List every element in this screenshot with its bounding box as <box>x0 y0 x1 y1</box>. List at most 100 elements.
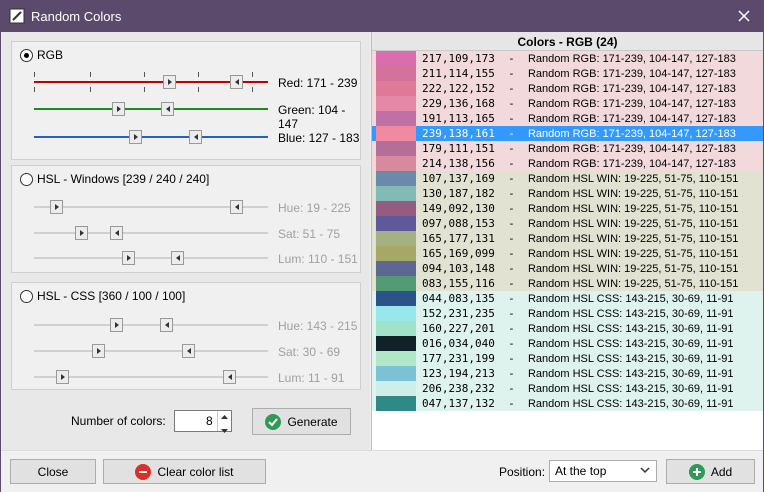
separator: - <box>494 277 528 290</box>
list-item[interactable]: 152,231,235 - Random HSL CSS: 143-215, 3… <box>372 306 763 321</box>
rgb-value: 222,122,152 <box>422 82 495 95</box>
sat-min-thumb[interactable] <box>75 226 88 240</box>
color-swatch <box>376 111 416 126</box>
separator: - <box>494 367 528 380</box>
list-item[interactable]: 217,109,173 - Random RGB: 171-239, 104-1… <box>372 51 763 66</box>
separator: - <box>494 217 528 230</box>
lum-slider[interactable] <box>34 367 268 387</box>
spinner-down-icon[interactable] <box>218 426 231 436</box>
list-item[interactable]: 107,137,169 - Random HSL WIN: 19-225, 51… <box>372 171 763 186</box>
hue-slider[interactable] <box>34 197 268 217</box>
list-item[interactable]: 083,155,116 - Random HSL WIN: 19-225, 51… <box>372 276 763 291</box>
radio-button[interactable] <box>20 48 33 62</box>
list-item[interactable]: 239,138,161 - Random RGB: 171-239, 104-1… <box>372 126 763 141</box>
lum-min-thumb[interactable] <box>122 251 135 265</box>
number-of-colors-spinner[interactable]: 8 <box>173 410 232 433</box>
radio-button[interactable] <box>20 289 33 303</box>
red-min-thumb[interactable] <box>163 75 176 89</box>
blue-min-thumb[interactable] <box>129 130 142 144</box>
hsl-css-radio[interactable]: HSL - CSS [360 / 100 / 100] <box>20 289 185 303</box>
color-description: Random RGB: 171-239, 104-147, 127-183 <box>527 68 736 80</box>
list-item[interactable]: 165,169,099 - Random HSL WIN: 19-225, 51… <box>372 246 763 261</box>
red-slider[interactable] <box>34 72 268 92</box>
radio-button[interactable] <box>20 172 33 186</box>
list-item[interactable]: 149,092,130 - Random HSL WIN: 19-225, 51… <box>372 201 763 216</box>
green-slider[interactable] <box>34 99 268 119</box>
green-min-thumb[interactable] <box>112 102 125 116</box>
rgb-radio[interactable]: RGB <box>20 48 63 62</box>
hue-min-thumb[interactable] <box>110 318 123 332</box>
lum-slider[interactable] <box>34 248 268 268</box>
list-item[interactable]: 229,136,168 - Random RGB: 171-239, 104-1… <box>372 96 763 111</box>
rgb-value: 165,177,131 <box>422 232 495 245</box>
list-item[interactable]: 047,137,132 - Random HSL CSS: 143-215, 3… <box>372 396 763 411</box>
rgb-value: 165,169,099 <box>422 247 495 260</box>
number-of-colors-label: Number of colors: <box>71 414 166 428</box>
list-item-text: 206,238,232 - Random HSL CSS: 143-215, 3… <box>422 382 733 395</box>
list-item[interactable]: 222,122,152 - Random RGB: 171-239, 104-1… <box>372 81 763 96</box>
separator: - <box>494 337 528 350</box>
list-item[interactable]: 206,238,232 - Random HSL CSS: 143-215, 3… <box>372 381 763 396</box>
color-description: Random HSL CSS: 143-215, 30-69, 11-91 <box>527 368 734 380</box>
rgb-value: 217,109,173 <box>422 52 495 65</box>
add-button[interactable]: Add <box>666 459 755 484</box>
color-swatch <box>376 366 416 381</box>
lum-max-thumb[interactable] <box>223 370 236 384</box>
green-max-thumb[interactable] <box>161 102 174 116</box>
hsl-windows-label: HSL - Windows [239 / 240 / 240] <box>37 172 210 186</box>
lum-min-thumb[interactable] <box>56 370 69 384</box>
list-item[interactable]: 044,083,135 - Random HSL CSS: 143-215, 3… <box>372 291 763 306</box>
red-max-thumb[interactable] <box>230 75 243 89</box>
sat-slider[interactable] <box>34 223 268 243</box>
hue-max-thumb[interactable] <box>160 318 173 332</box>
blue-slider[interactable] <box>34 127 268 147</box>
list-item[interactable]: 130,187,182 - Random HSL WIN: 19-225, 51… <box>372 186 763 201</box>
color-list[interactable]: Colors - RGB (24) 217,109,173 - Random R… <box>371 32 763 450</box>
list-item[interactable]: 123,194,213 - Random HSL CSS: 143-215, 3… <box>372 366 763 381</box>
list-item[interactable]: 097,088,153 - Random HSL WIN: 19-225, 51… <box>372 216 763 231</box>
plus-circle-icon <box>688 463 705 480</box>
hue-min-thumb[interactable] <box>50 200 63 214</box>
list-item[interactable]: 211,114,155 - Random RGB: 171-239, 104-1… <box>372 66 763 81</box>
sat-slider[interactable] <box>34 341 268 361</box>
clear-color-list-button[interactable]: Clear color list <box>103 459 266 484</box>
rgb-value: 214,138,156 <box>422 157 495 170</box>
sat-min-thumb[interactable] <box>92 344 105 358</box>
rgb-value: 044,083,135 <box>422 292 495 305</box>
color-description: Random HSL WIN: 19-225, 51-75, 110-151 <box>527 278 739 290</box>
color-swatch <box>376 306 416 321</box>
close-window-button[interactable] <box>731 5 757 27</box>
spinner-up-icon[interactable] <box>218 412 231 422</box>
hue-max-thumb[interactable] <box>230 200 243 214</box>
lum-range-label: Lum: 110 - 151 <box>278 252 358 266</box>
separator: - <box>494 82 528 95</box>
list-item[interactable]: 094,103,148 - Random HSL WIN: 19-225, 51… <box>372 261 763 276</box>
separator: - <box>494 187 528 200</box>
color-description: Random HSL WIN: 19-225, 51-75, 110-151 <box>527 263 739 275</box>
list-rows: 217,109,173 - Random RGB: 171-239, 104-1… <box>372 51 763 411</box>
generate-label: Generate <box>287 414 338 429</box>
list-item[interactable]: 191,113,165 - Random RGB: 171-239, 104-1… <box>372 111 763 126</box>
close-button[interactable]: Close <box>10 459 96 484</box>
hue-slider[interactable] <box>34 315 268 335</box>
color-description: Random RGB: 171-239, 104-147, 127-183 <box>527 128 736 140</box>
list-item[interactable]: 179,111,151 - Random RGB: 171-239, 104-1… <box>372 141 763 156</box>
position-select[interactable]: At the top <box>549 460 657 482</box>
list-item[interactable]: 016,034,040 - Random HSL CSS: 143-215, 3… <box>372 336 763 351</box>
list-item[interactable]: 165,177,131 - Random HSL WIN: 19-225, 51… <box>372 231 763 246</box>
generate-button[interactable]: Generate <box>252 408 351 435</box>
blue-max-thumb[interactable] <box>189 130 202 144</box>
list-item-text: 047,137,132 - Random HSL CSS: 143-215, 3… <box>422 397 733 410</box>
list-item-text: 016,034,040 - Random HSL CSS: 143-215, 3… <box>422 337 733 350</box>
color-description: Random HSL CSS: 143-215, 30-69, 11-91 <box>527 353 734 365</box>
sat-max-thumb[interactable] <box>182 344 195 358</box>
sat-max-thumb[interactable] <box>110 226 123 240</box>
spinner-arrows[interactable] <box>216 411 231 433</box>
hsl-windows-radio[interactable]: HSL - Windows [239 / 240 / 240] <box>20 172 209 186</box>
green-range-label: Green: 104 - 147 <box>278 103 346 131</box>
list-item[interactable]: 160,227,201 - Random HSL CSS: 143-215, 3… <box>372 321 763 336</box>
list-item[interactable]: 177,231,199 - Random HSL CSS: 143-215, 3… <box>372 351 763 366</box>
lum-max-thumb[interactable] <box>171 251 184 265</box>
color-description: Random HSL WIN: 19-225, 51-75, 110-151 <box>527 248 739 260</box>
list-item[interactable]: 214,138,156 - Random RGB: 171-239, 104-1… <box>372 156 763 171</box>
